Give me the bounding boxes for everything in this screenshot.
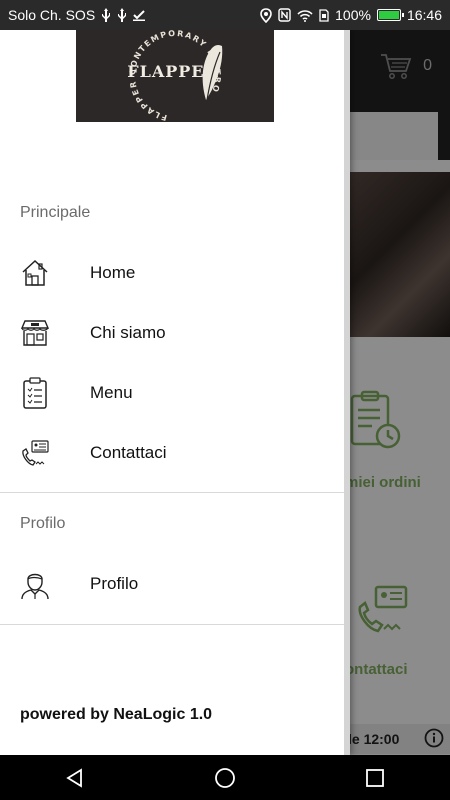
user-icon	[18, 567, 52, 601]
section-title-principale: Principale	[20, 204, 91, 221]
sidebar-item-label: Home	[90, 263, 136, 282]
sidebar-item-label: Chi siamo	[90, 323, 166, 342]
battery-icon	[376, 9, 404, 21]
check-icon	[133, 9, 146, 21]
sidebar-item-menu[interactable]: Menu	[0, 363, 344, 423]
nfc-icon	[278, 8, 291, 22]
clock: 16:46	[406, 7, 442, 23]
battery-percent: 100%	[335, 7, 371, 23]
sidebar-item-profilo[interactable]: Profilo	[0, 554, 344, 614]
section-title-profilo: Profilo	[20, 515, 66, 532]
sidebar-item-label: Contattaci	[90, 443, 167, 462]
divider	[0, 624, 350, 625]
sidebar-item-chi-siamo[interactable]: Chi siamo	[0, 303, 344, 363]
back-triangle-icon	[66, 767, 82, 788]
system-navigation-bar	[0, 755, 450, 800]
navigation-drawer: FLAPPER CONTEMPORARY BISTRO FLAPPER Prin…	[0, 30, 350, 755]
sidebar-item-home[interactable]: Home	[0, 243, 344, 303]
divider	[0, 492, 350, 493]
recents-button[interactable]	[345, 755, 405, 800]
flapper-logo: FLAPPER CONTEMPORARY BISTRO FLAPPER	[76, 30, 274, 122]
store-icon	[18, 316, 52, 350]
usb-icon-2	[117, 8, 127, 22]
location-icon	[260, 7, 272, 23]
status-bar: Solo Ch. SOS 100% 16:46	[0, 0, 450, 30]
sidebar-item-label: Profilo	[90, 574, 139, 593]
sidebar-item-label: Menu	[90, 383, 133, 402]
sim-icon	[319, 8, 329, 22]
sidebar-item-contattaci[interactable]: Contattaci	[0, 423, 344, 483]
clipboard-list-icon	[18, 376, 52, 410]
home-button[interactable]	[195, 755, 255, 800]
phone-contact-icon	[18, 436, 52, 470]
back-button[interactable]	[45, 755, 105, 800]
home-icon	[18, 256, 52, 290]
home-circle-icon	[215, 767, 235, 788]
powered-by-footer: powered by NeaLogic 1.0	[20, 706, 213, 723]
drawer-scroll-edge	[344, 30, 350, 755]
carrier-label: Solo Ch. SOS	[8, 7, 96, 23]
usb-icon	[101, 8, 111, 22]
wifi-icon	[297, 9, 313, 22]
recents-square-icon	[366, 768, 384, 787]
